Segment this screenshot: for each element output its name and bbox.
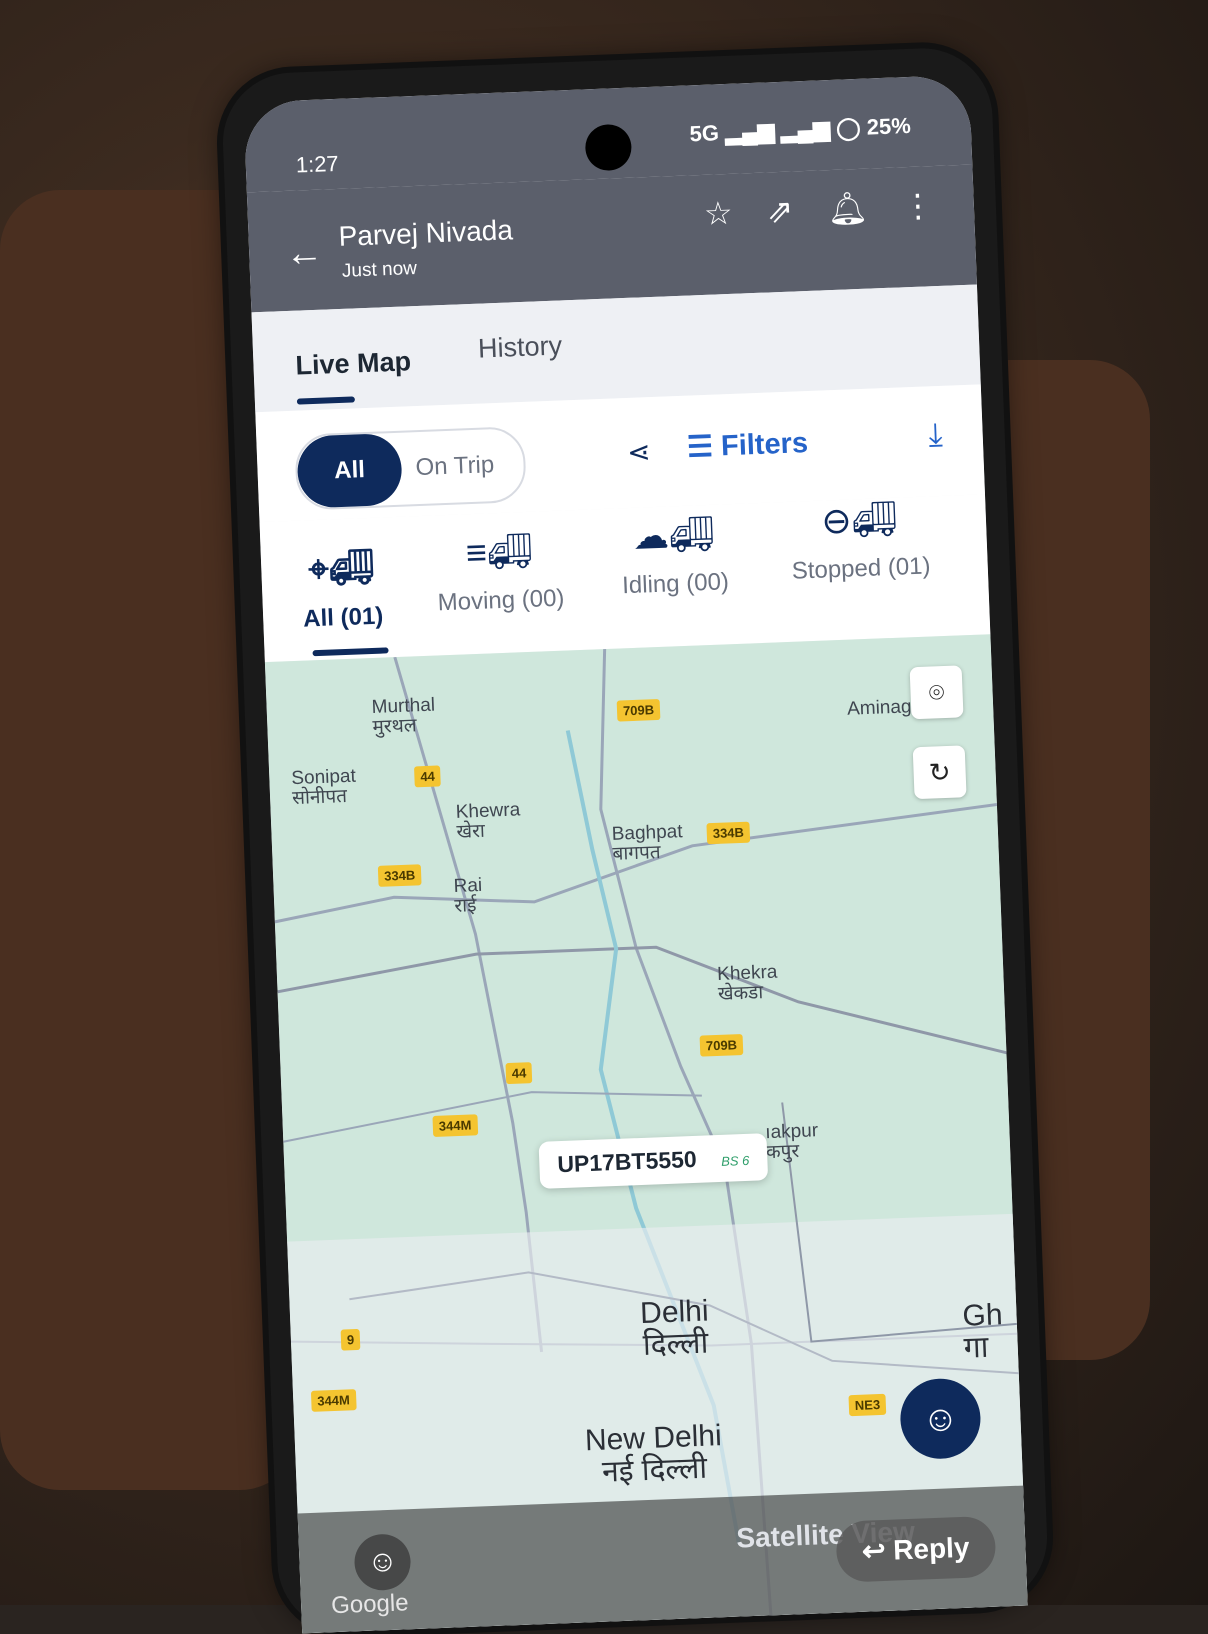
bell-icon[interactable]: 🔔︎ bbox=[827, 189, 869, 229]
star-icon[interactable]: ☆ bbox=[703, 194, 733, 233]
segment-all-button[interactable]: All bbox=[296, 432, 403, 509]
place-khewra-hi: खेरा bbox=[456, 820, 486, 843]
tab-history[interactable]: History bbox=[477, 330, 562, 364]
place-murthal-en: Murthal bbox=[371, 694, 436, 719]
status-right: 5G ▂▄▆ ▂▄▆ ◯ 25% bbox=[689, 113, 911, 147]
moving-truck-icon: ≡🚚︎ bbox=[465, 529, 534, 574]
place-khewra: Khewra खेरा bbox=[455, 799, 521, 843]
place-delhi: Delhi दिल्ली bbox=[639, 1294, 711, 1362]
highway-shield: 709B bbox=[699, 1034, 744, 1057]
place-sonipat: Sonipat सोनीपत bbox=[291, 766, 357, 810]
highway-shield: 44 bbox=[414, 765, 442, 788]
status-tab-idling[interactable]: ☁🚚︎ Idling (00) bbox=[620, 512, 730, 600]
place-delhi-hi: दिल्ली bbox=[642, 1326, 709, 1362]
live-map[interactable]: Murthal मुरथल Sonipat सोनीपत Khewra खेरा Ra… bbox=[264, 634, 1028, 1634]
recenter-focus-icon[interactable]: ⌾ bbox=[909, 665, 964, 720]
status-tab-all[interactable]: ⌖🚚︎ All (01) bbox=[301, 546, 384, 634]
status-tab-all-label: All (01) bbox=[302, 602, 384, 633]
highway-shield: 44 bbox=[505, 1062, 533, 1085]
refresh-icon[interactable]: ↻ bbox=[912, 745, 967, 800]
status-tab-moving-label: Moving (00) bbox=[437, 584, 565, 617]
phone-screen: 1:27 5G ▂▄▆ ▂▄▆ ◯ 25% ← Parvej Nivada Ju… bbox=[243, 74, 1028, 1634]
filter-icon: ☰ bbox=[686, 430, 722, 464]
place-murthal-hi: मुरथल bbox=[372, 715, 418, 738]
page-title: Parvej Nivada bbox=[338, 214, 514, 252]
status-tab-moving[interactable]: ≡🚚︎ Moving (00) bbox=[435, 529, 565, 618]
share-icon[interactable]: ⋖ bbox=[626, 435, 652, 469]
place-loni-en: ıakpur bbox=[764, 1120, 819, 1144]
place-baghpat: Baghpat बागपत bbox=[611, 821, 683, 865]
place-khekra-en: Khekra bbox=[716, 961, 778, 985]
place-khekra: Khekra खेकडा bbox=[716, 961, 779, 1005]
highway-shield: 9 bbox=[340, 1328, 361, 1351]
status-tab-idling-label: Idling (00) bbox=[621, 568, 730, 600]
signal-icon: ▂▄▆ ▂▄▆ ◯ bbox=[724, 114, 868, 146]
highway-shield: 344M bbox=[310, 1389, 357, 1412]
highway-shield: 334B bbox=[377, 864, 422, 887]
page-subtitle: Just now bbox=[341, 257, 418, 282]
status-tab-indicator bbox=[312, 647, 389, 657]
place-rai-hi: राई bbox=[454, 895, 477, 917]
place-new-delhi: New Delhi नई दिल्ली bbox=[584, 1419, 723, 1489]
reply-button[interactable]: ↩ Reply bbox=[834, 1515, 997, 1583]
status-tab-stopped[interactable]: ⊖🚚︎ Stopped (01) bbox=[789, 497, 931, 586]
place-baghpat-hi: बागपत bbox=[612, 841, 661, 865]
network-label: 5G bbox=[689, 120, 720, 147]
place-rai-en: Rai bbox=[453, 874, 483, 897]
emoji-icon[interactable]: ☺ bbox=[353, 1533, 412, 1592]
place-loni: ıakpur कपुर bbox=[764, 1120, 819, 1164]
place-baghpat-en: Baghpat bbox=[611, 821, 683, 845]
camera-cutout bbox=[584, 123, 633, 172]
place-khekra-hi: खेकडा bbox=[717, 982, 764, 1005]
tab-live-map[interactable]: Live Map bbox=[295, 346, 412, 381]
back-arrow-icon[interactable]: ← bbox=[284, 232, 324, 276]
battery-label: 25% bbox=[866, 112, 912, 140]
stopped-truck-icon: ⊖🚚︎ bbox=[820, 497, 898, 542]
highway-shield: 709B bbox=[616, 698, 661, 722]
location-truck-icon: ⌖🚚︎ bbox=[307, 545, 376, 590]
trip-filter-segment: All On Trip bbox=[294, 425, 527, 511]
vehicle-badge: BS 6 bbox=[720, 1152, 750, 1169]
more-options-icon[interactable]: ⋮ bbox=[901, 186, 934, 225]
place-rai: Rai राई bbox=[453, 874, 483, 917]
place-gh-hi: गा bbox=[963, 1330, 990, 1365]
appbar-actions: ☆ ⇗ 🔔︎ ⋮ bbox=[703, 186, 934, 233]
tab-indicator bbox=[296, 396, 355, 405]
place-loni-hi: कपुर bbox=[765, 1140, 800, 1164]
filters-button[interactable]: ☰ Filters bbox=[686, 425, 808, 465]
vehicle-plate: UP17BT5550 bbox=[556, 1145, 698, 1178]
highway-shield: 344M bbox=[432, 1114, 478, 1137]
place-delhi-en: Delhi bbox=[639, 1294, 710, 1331]
highway-shield: 334B bbox=[706, 821, 751, 845]
vehicle-status-tabs: ⌖🚚︎ All (01) ≡🚚︎ Moving (00) ☁🚚︎ Idling … bbox=[259, 494, 991, 663]
place-new-delhi-hi: नई दिल्ली bbox=[601, 1451, 708, 1489]
download-icon[interactable]: ⤓ bbox=[928, 416, 944, 455]
place-khewra-en: Khewra bbox=[455, 799, 521, 823]
highway-shield: NE3 bbox=[848, 1393, 887, 1417]
reply-label: Reply bbox=[892, 1531, 970, 1566]
idling-truck-icon: ☁🚚︎ bbox=[632, 512, 716, 557]
reply-arrow-icon: ↩ bbox=[861, 1534, 894, 1567]
vehicle-marker[interactable]: UP17BT5550 BS 6 bbox=[538, 1133, 769, 1189]
place-sonipat-hi: सोनीपत bbox=[291, 785, 348, 810]
place-gh-en: Gh bbox=[961, 1298, 1004, 1333]
segment-on-trip-button[interactable]: On Trip bbox=[414, 429, 495, 504]
filters-label: Filters bbox=[720, 427, 809, 463]
status-tab-stopped-label: Stopped (01) bbox=[791, 552, 931, 585]
forward-share-icon[interactable]: ⇗ bbox=[766, 191, 794, 230]
place-murthal: Murthal मुरथल bbox=[371, 694, 436, 738]
phone-frame: 1:27 5G ▂▄▆ ▂▄▆ ◯ 25% ← Parvej Nivada Ju… bbox=[220, 45, 1050, 1634]
place-gh: Gh गा bbox=[961, 1298, 1004, 1365]
status-time: 1:27 bbox=[295, 150, 340, 178]
